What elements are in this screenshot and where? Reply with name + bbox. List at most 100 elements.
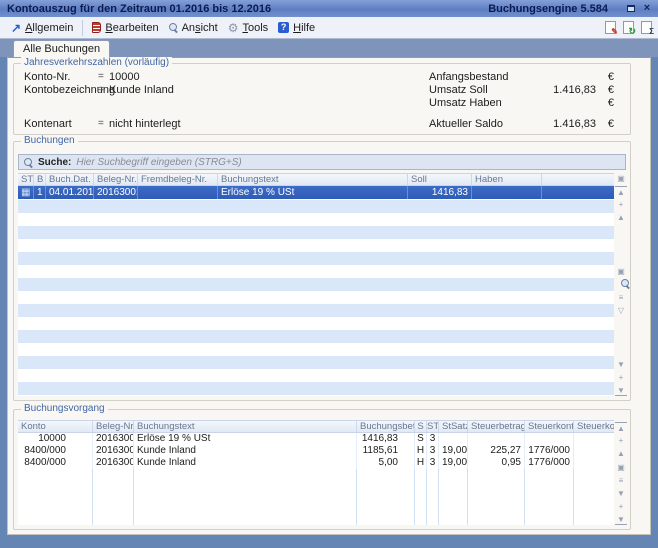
menu-ansicht-label: Ansicht — [182, 22, 218, 34]
field-label: Konto-Nr. — [24, 71, 70, 83]
column-header-st[interactable]: ST — [427, 421, 439, 432]
scroll-bottom-icon[interactable]: ▼ — [615, 385, 627, 396]
column-header-s[interactable]: S — [415, 421, 427, 432]
buchungsvorgang-nav-strip: ▲ + ▲ ▣ ≡ ▼ + ▼ — [614, 422, 628, 525]
scroll-top-icon[interactable]: ▲ — [615, 422, 627, 433]
menu-bearbeiten[interactable]: Bearbeiten — [87, 20, 163, 36]
cell-belegnr: 20163001 — [94, 186, 138, 199]
restore-button[interactable] — [624, 2, 638, 15]
insert-row-icon[interactable]: + — [615, 435, 627, 446]
column-header-soll[interactable]: Soll — [408, 174, 472, 185]
scroll-top-icon[interactable]: ▲ — [615, 186, 627, 197]
column-header-fremdbelegnr[interactable]: Fremdbeleg-Nr. — [138, 174, 218, 185]
refresh-icon: ↻ — [628, 27, 636, 36]
cell-steuerkonto2 — [574, 445, 614, 457]
search-bar[interactable]: Suche: Hier Suchbegriff eingeben (STRG+S… — [18, 154, 626, 170]
close-button[interactable]: × — [640, 2, 654, 15]
groupbox-title: Buchungen — [21, 135, 78, 147]
restore-icon — [627, 5, 635, 12]
cell-steuerbetrag: 0,95 — [468, 457, 525, 469]
column-header-buchdat[interactable]: Buch.Dat. — [46, 174, 94, 185]
summary-anfangsbestand: Anfangsbestand € — [429, 71, 618, 83]
cell-st: 3 — [427, 457, 439, 469]
menu-tools[interactable]: ⚙ Tools — [223, 20, 273, 36]
cell-st: 3 — [427, 433, 439, 445]
cell-steuerkonto1: 1776/000 — [525, 445, 574, 457]
menu-hilfe[interactable]: ? Hilfe — [273, 20, 320, 36]
sum-document-button[interactable]: Σ — [641, 21, 652, 34]
column-chooser-icon[interactable]: ▣ — [615, 173, 627, 184]
scroll-up-icon[interactable]: ▲ — [615, 448, 627, 459]
column-header-buchungsbetrag[interactable]: Buchungsbetrag — [357, 421, 415, 432]
cell-steuerkonto1: 1776/000 — [525, 457, 574, 469]
column-header-haben[interactable]: Haben — [472, 174, 542, 185]
cell-steuerkonto2 — [574, 457, 614, 469]
summary-label: Anfangsbestand — [429, 71, 509, 83]
column-header-b[interactable]: B — [34, 174, 46, 185]
groupbox-jahresverkehrszahlen: Jahresverkehrszahlen (vorläufig) Konto-N… — [13, 63, 631, 135]
empty-rows-area — [18, 200, 614, 396]
cell-konto: 8400/000 — [18, 457, 93, 469]
scroll-up-icon[interactable]: ▲ — [615, 212, 627, 223]
column-header-steuerbetrag[interactable]: Steuerbetrag — [468, 421, 525, 432]
column-header-st[interactable]: ST — [18, 174, 34, 185]
cell-belegnr: 20163001 — [93, 445, 134, 457]
table-row-selected[interactable]: ▦ 1 04.01.2016 20163001 Erlöse 19 % USt … — [18, 186, 614, 199]
summary-umsatz-soll: Umsatz Soll 1.416,83 € — [429, 84, 618, 96]
search-input[interactable]: Hier Suchbegriff eingeben (STRG+S) — [76, 157, 241, 168]
field-value: Kunde Inland — [109, 84, 174, 96]
column-header-buchungstext[interactable]: Buchungstext — [218, 174, 408, 185]
scroll-bottom-icon[interactable]: ▼ — [615, 514, 627, 525]
append-row-icon[interactable]: + — [615, 501, 627, 512]
currency-symbol: € — [608, 97, 614, 109]
menu-allgemein-label: Allgemein — [25, 22, 73, 34]
append-row-icon[interactable]: + — [615, 372, 627, 383]
scroll-down-icon[interactable]: ▼ — [615, 359, 627, 370]
column-header-steuerkonto2[interactable]: Steuerkonto 2 — [574, 421, 614, 432]
grid-view-icon[interactable]: ▣ — [615, 266, 627, 277]
refresh-document-button[interactable]: ↻ — [623, 21, 634, 34]
tab-alle-buchungen[interactable]: Alle Buchungen — [13, 40, 110, 57]
table-row[interactable]: 8400/000 20163001 Kunde Inland 5,00 H 3 … — [18, 457, 614, 469]
summary-label: Umsatz Soll — [429, 84, 488, 96]
column-header-empty — [542, 174, 614, 185]
table-row[interactable]: 8400/000 20163001 Kunde Inland 1185,61 H… — [18, 445, 614, 457]
column-header-konto[interactable]: Konto — [18, 421, 93, 432]
scroll-down-icon[interactable]: ▼ — [615, 488, 627, 499]
buchungsvorgang-table: Konto Beleg-Nr. Buchungstext Buchungsbet… — [18, 420, 614, 525]
gear-icon: ⚙ — [228, 22, 239, 34]
menu-bearbeiten-label: Bearbeiten — [105, 22, 158, 34]
help-icon: ? — [278, 22, 289, 33]
menu-ansicht[interactable]: Ansicht — [164, 20, 223, 36]
column-header-stsatz[interactable]: StSatz — [439, 421, 468, 432]
menu-allgemein[interactable]: ↗ Allgemein — [6, 19, 78, 37]
field-value: nicht hinterlegt — [109, 118, 181, 130]
search-row-icon[interactable] — [615, 279, 627, 290]
cell-buchungstext: Erlöse 19 % USt — [134, 433, 357, 445]
report-icon: ✎ — [611, 28, 618, 36]
cell-steuerbetrag: 225,27 — [468, 445, 525, 457]
table-row[interactable]: 10000 20163001 Erlöse 19 % USt 1416,83 S… — [18, 433, 614, 445]
currency-symbol: € — [608, 118, 614, 130]
filter-icon[interactable]: ▽ — [615, 305, 627, 316]
cell-soll: 1416,83 — [408, 186, 472, 199]
list-view-icon[interactable]: ≡ — [615, 475, 627, 486]
column-header-belegnr[interactable]: Beleg-Nr. — [93, 421, 134, 432]
column-header-belegnr[interactable]: Beleg-Nr. — [94, 174, 138, 185]
summary-umsatz-haben: Umsatz Haben € — [429, 97, 618, 109]
content-panel: Jahresverkehrszahlen (vorläufig) Konto-N… — [7, 57, 651, 535]
report-document-button[interactable]: ✎ — [605, 21, 616, 34]
search-label: Suche: — [38, 157, 71, 168]
groupbox-title: Buchungsvorgang — [21, 403, 108, 415]
cell-b: 1 — [34, 186, 46, 199]
summary-value: 1.416,83 — [486, 84, 596, 96]
column-header-steuerkonto1[interactable]: Steuerkonto 1 — [525, 421, 574, 432]
column-header-buchungstext[interactable]: Buchungstext — [134, 421, 357, 432]
list-view-icon[interactable]: ≡ — [615, 292, 627, 303]
field-label: Kontenart — [24, 118, 72, 130]
cell-s: H — [415, 445, 427, 457]
insert-row-icon[interactable]: + — [615, 199, 627, 210]
cell-buchungstext: Kunde Inland — [134, 445, 357, 457]
grid-view-icon[interactable]: ▣ — [615, 462, 627, 473]
summary-value: 1.416,83 — [486, 118, 596, 130]
